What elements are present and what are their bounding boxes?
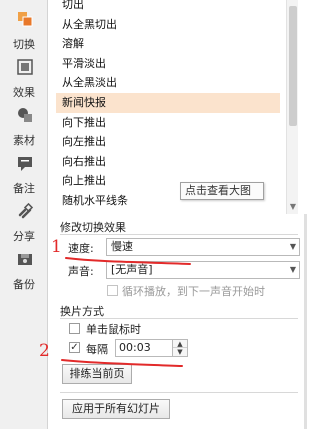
list-item[interactable]: 向左推出 [56, 132, 280, 152]
sidebar-item-backup[interactable]: 备份 [0, 246, 48, 294]
sound-label: 声音: [68, 265, 94, 278]
divider [60, 318, 298, 319]
sidebar-item-label: 分享 [13, 230, 35, 243]
list-item[interactable]: 从全黑切出 [56, 15, 280, 35]
rehearse-button[interactable]: 排练当前页 [62, 364, 132, 384]
on-click-checkbox[interactable] [69, 323, 80, 334]
sidebar-item-share[interactable]: 分享 [0, 198, 48, 246]
list-item[interactable]: 溶解 [56, 34, 280, 54]
scroll-down-icon[interactable]: ▼ [287, 202, 299, 212]
backup-icon [18, 254, 32, 265]
speed-select[interactable]: 慢速 ▼ [106, 238, 300, 256]
stepper-down-icon[interactable]: ▼ [173, 348, 187, 356]
loop-checkbox[interactable] [107, 285, 118, 296]
chevron-down-icon: ▼ [289, 242, 296, 251]
annotation-number-2: 2 [39, 341, 50, 361]
panel-scrollbar[interactable] [304, 214, 307, 429]
list-item[interactable]: 从全黑淡出 [56, 73, 280, 93]
interval-stepper[interactable]: ▲ ▼ [172, 339, 188, 357]
every-label: 每隔 [86, 343, 108, 356]
list-item[interactable]: 向右推出 [56, 152, 280, 172]
apply-all-button[interactable]: 应用于所有幻灯片 [62, 399, 170, 419]
advance-section-title: 换片方式 [60, 305, 104, 318]
sidebar-item-label: 备份 [13, 278, 35, 291]
modify-section-title: 修改切换效果 [60, 221, 126, 234]
sidebar-item-transition[interactable]: 切换 [0, 6, 48, 54]
every-checkbox[interactable]: ✓ [69, 342, 80, 353]
sidebar-item-label: 素材 [13, 134, 35, 147]
chevron-down-icon: ▼ [289, 265, 296, 274]
loop-label: 循环播放，到下一声音开始时 [122, 285, 265, 298]
sidebar-item-material[interactable]: 素材 [0, 102, 48, 150]
preview-tooltip: 点击查看大图 [180, 182, 264, 200]
divider [60, 392, 298, 393]
sidebar-item-effect[interactable]: 效果 [0, 54, 48, 102]
list-item[interactable]: 切出 [56, 0, 280, 15]
scrollbar-thumb[interactable] [289, 6, 297, 126]
transition-icon [18, 12, 33, 27]
sound-value: [无声音] [111, 263, 153, 276]
material-icon [18, 108, 32, 122]
stepper-up-icon[interactable]: ▲ [173, 340, 187, 348]
on-click-label: 单击鼠标时 [86, 323, 141, 336]
list-item[interactable]: 向下推出 [56, 113, 280, 133]
sidebar-item-label: 切换 [13, 38, 35, 51]
sidebar-item-note[interactable]: 备注 [0, 150, 48, 198]
list-item[interactable]: 平滑淡出 [56, 54, 280, 74]
share-icon [18, 202, 34, 219]
divider [60, 234, 298, 235]
list-scrollbar[interactable]: ▼ [286, 0, 298, 214]
sidebar-item-label: 效果 [13, 86, 35, 99]
interval-input[interactable]: 00:03 [115, 339, 173, 357]
sidebar: 切换 效果 素材 备注 分享 备份 [0, 0, 48, 429]
annotation-number-1: 1 [51, 237, 62, 257]
sound-select[interactable]: [无声音] ▼ [106, 261, 300, 279]
list-item-selected[interactable]: 新闻快报 [56, 93, 280, 113]
sidebar-item-label: 备注 [13, 182, 35, 195]
note-icon [18, 157, 32, 171]
checkmark-icon: ✓ [70, 342, 79, 353]
speed-value: 慢速 [111, 240, 133, 253]
effect-icon [17, 59, 33, 75]
speed-label: 速度: [68, 242, 94, 255]
